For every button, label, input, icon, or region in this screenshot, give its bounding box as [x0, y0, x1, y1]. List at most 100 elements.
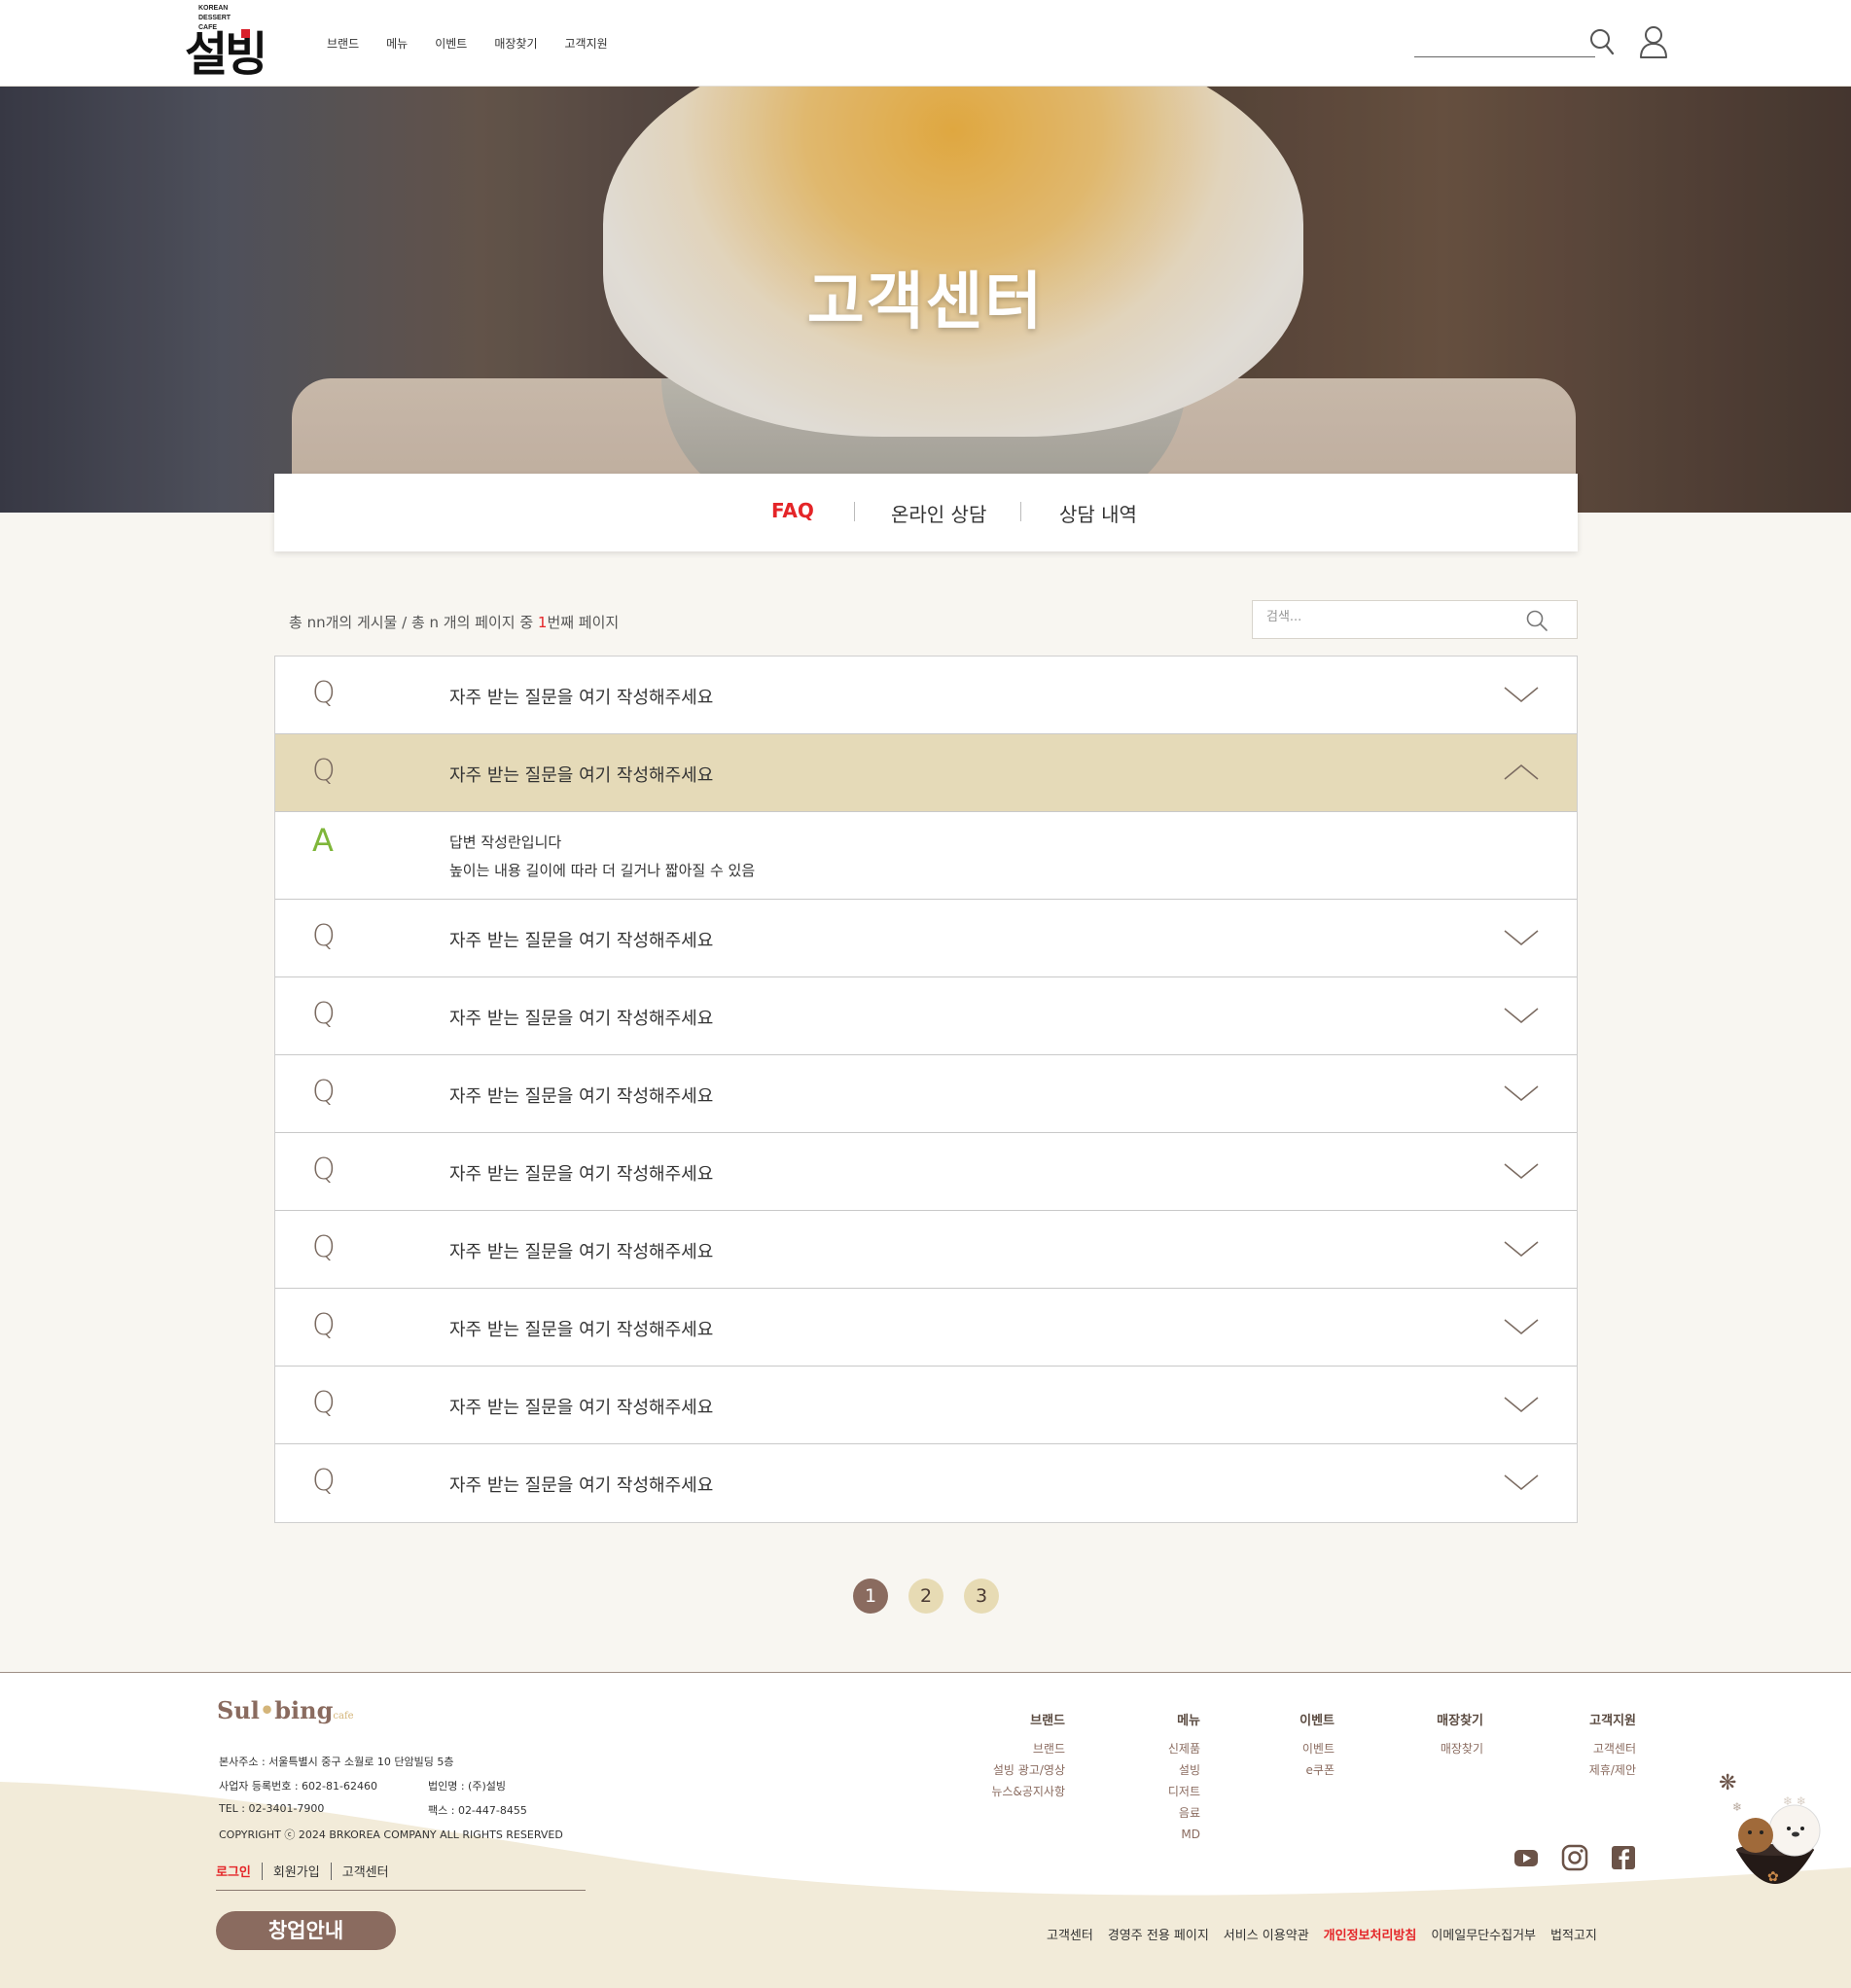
faq-question: 자주 받는 질문을 여기 작성해주세요 [449, 688, 714, 708]
footer-link[interactable]: 브랜드 [991, 1738, 1065, 1759]
hero-banner: 고객센터 [0, 87, 1851, 513]
policy-link[interactable]: 법적고지 [1550, 1925, 1597, 1943]
faq-question: 자주 받는 질문을 여기 작성해주세요 [449, 1086, 714, 1107]
nav-event[interactable]: 이벤트 [435, 35, 467, 52]
site-footer: Sul•bingcafe 본사주소 : 서울특별시 중구 소월로 10 단암빌딩… [0, 1672, 1851, 1988]
faq-item-open[interactable]: Q 자주 받는 질문을 여기 작성해주세요 [275, 734, 1577, 812]
mascot-illustration[interactable]: ❋ ❄ ❄ ❄ ✿ [1717, 1762, 1833, 1899]
footer-link[interactable]: 이벤트 [1299, 1738, 1335, 1759]
main-nav: 브랜드 메뉴 이벤트 매장찾기 고객지원 [327, 35, 608, 52]
footer-link[interactable]: 매장찾기 [1437, 1738, 1483, 1759]
faq-item[interactable]: Q 자주 받는 질문을 여기 작성해주세요 [275, 900, 1577, 977]
question-marker: Q [312, 754, 336, 788]
footer-link[interactable]: 설빙 [1168, 1759, 1200, 1781]
site-header: KOREAN DESSERT CAFE 설빙 브랜드 메뉴 이벤트 매장찾기 고… [0, 0, 1851, 87]
board-search-input[interactable] [1266, 610, 1519, 624]
faq-question: 자주 받는 질문을 여기 작성해주세요 [449, 1164, 714, 1185]
footer-link[interactable]: 음료 [1168, 1802, 1200, 1824]
policy-link[interactable]: 고객센터 [1047, 1925, 1093, 1943]
answer-text: 답변 작성란입니다 [449, 834, 562, 851]
tab-online-consult[interactable]: 온라인 상담 [891, 499, 986, 527]
chevron-down-icon[interactable] [1503, 1081, 1540, 1106]
footer-divider [216, 1890, 586, 1891]
brand-logo[interactable]: KOREAN DESSERT CAFE 설빙 [185, 4, 282, 84]
page-button-2[interactable]: 2 [908, 1579, 943, 1614]
chevron-down-icon[interactable] [1503, 1470, 1540, 1495]
faq-question: 자주 받는 질문을 여기 작성해주세요 [449, 1398, 714, 1418]
board-search [1252, 600, 1578, 639]
footer-link[interactable]: 설빙 광고/영상 [991, 1759, 1065, 1781]
header-search-input[interactable] [1414, 56, 1595, 57]
startup-guide-button[interactable]: 창업안내 [216, 1911, 396, 1950]
search-icon[interactable] [1525, 609, 1548, 632]
answer-text: 높이는 내용 길이에 따라 더 길거나 짧아질 수 있음 [449, 862, 756, 879]
chevron-down-icon[interactable] [1503, 1314, 1540, 1339]
current-page-number: 1 [537, 614, 548, 631]
faq-question: 자주 받는 질문을 여기 작성해주세요 [449, 1242, 714, 1262]
footer-col-brand: 브랜드 브랜드 설빙 광고/영상 뉴스&공지사항 [991, 1710, 1065, 1802]
support-link[interactable]: 고객센터 [342, 1862, 389, 1880]
nav-store[interactable]: 매장찾기 [494, 35, 537, 52]
login-link[interactable]: 로그인 [216, 1862, 251, 1880]
question-marker: Q [312, 1308, 336, 1342]
footer-link[interactable]: 고객센터 [1589, 1738, 1636, 1759]
page-button-1[interactable]: 1 [853, 1579, 888, 1614]
search-icon[interactable] [1589, 28, 1615, 55]
chevron-up-icon[interactable] [1503, 760, 1540, 785]
user-icon[interactable] [1638, 25, 1669, 58]
faq-item[interactable]: Q 자주 받는 질문을 여기 작성해주세요 [275, 1367, 1577, 1444]
privacy-policy-link[interactable]: 개인정보처리방침 [1324, 1925, 1417, 1943]
facebook-icon[interactable] [1610, 1844, 1637, 1871]
question-marker: Q [312, 1153, 336, 1187]
chevron-down-icon[interactable] [1503, 1003, 1540, 1028]
footer-corp-name: 법인명 : (주)설빙 [428, 1780, 507, 1793]
question-marker: Q [312, 676, 336, 710]
faq-item[interactable]: Q 자주 받는 질문을 여기 작성해주세요 [275, 1055, 1577, 1133]
footer-col-menu: 메뉴 신제품 설빙 디저트 음료 MD [1168, 1710, 1200, 1845]
faq-item[interactable]: Q 자주 받는 질문을 여기 작성해주세요 [275, 1211, 1577, 1289]
faq-question: 자주 받는 질문을 여기 작성해주세요 [449, 1009, 714, 1029]
faq-item[interactable]: Q 자주 받는 질문을 여기 작성해주세요 [275, 1133, 1577, 1211]
answer-marker: A [312, 822, 334, 859]
faq-item[interactable]: Q 자주 받는 질문을 여기 작성해주세요 [275, 1444, 1577, 1522]
tab-faq[interactable]: FAQ [771, 499, 814, 522]
instagram-icon[interactable] [1561, 1844, 1588, 1871]
chevron-down-icon[interactable] [1503, 682, 1540, 707]
footer-logo[interactable]: Sul•bingcafe [217, 1696, 354, 1724]
footer-biz-no: 사업자 등록번호 : 602-81-62460 [219, 1780, 377, 1793]
footer-policy-links: 고객센터 경영주 전용 페이지 서비스 이용약관 개인정보처리방침 이메일무단수… [1047, 1925, 1597, 1943]
nav-brand[interactable]: 브랜드 [327, 35, 359, 52]
link-divider [330, 1862, 332, 1880]
footer-link[interactable]: MD [1168, 1824, 1200, 1845]
nav-support[interactable]: 고객지원 [565, 35, 608, 52]
faq-item[interactable]: Q 자주 받는 질문을 여기 작성해주세요 [275, 657, 1577, 734]
svg-text:❋: ❋ [1719, 1771, 1736, 1795]
svg-text:❄ ❄: ❄ ❄ [1783, 1794, 1806, 1808]
policy-link[interactable]: 경영주 전용 페이지 [1108, 1925, 1209, 1943]
footer-link[interactable]: e쿠폰 [1299, 1759, 1335, 1781]
faq-item[interactable]: Q 자주 받는 질문을 여기 작성해주세요 [275, 1289, 1577, 1367]
page-button-3[interactable]: 3 [964, 1579, 999, 1614]
signup-link[interactable]: 회원가입 [273, 1862, 320, 1880]
question-marker: Q [312, 997, 336, 1031]
policy-link[interactable]: 이메일무단수집거부 [1431, 1925, 1536, 1943]
svg-text:❄: ❄ [1732, 1800, 1742, 1814]
footer-link[interactable]: 뉴스&공지사항 [991, 1781, 1065, 1802]
footer-link[interactable]: 디저트 [1168, 1781, 1200, 1802]
board-count-info: 총 nn개의 게시물 / 총 n 개의 페이지 중 1번째 페이지 [289, 614, 620, 631]
footer-link[interactable]: 신제품 [1168, 1738, 1200, 1759]
tab-consult-history[interactable]: 상담 내역 [1059, 499, 1137, 527]
faq-item[interactable]: Q 자주 받는 질문을 여기 작성해주세요 [275, 977, 1577, 1055]
policy-link[interactable]: 서비스 이용약관 [1224, 1925, 1309, 1943]
chevron-down-icon[interactable] [1503, 1236, 1540, 1261]
nav-menu[interactable]: 메뉴 [386, 35, 408, 52]
faq-question: 자주 받는 질문을 여기 작성해주세요 [449, 1320, 714, 1340]
footer-link[interactable]: 제휴/제안 [1589, 1759, 1636, 1781]
youtube-icon[interactable] [1513, 1844, 1540, 1871]
logo-kor-text: 설빙 [185, 27, 267, 82]
chevron-down-icon[interactable] [1503, 1158, 1540, 1184]
faq-list: Q 자주 받는 질문을 여기 작성해주세요 Q 자주 받는 질문을 여기 작성해… [274, 656, 1578, 1523]
chevron-down-icon[interactable] [1503, 1392, 1540, 1417]
question-marker: Q [312, 1230, 336, 1264]
chevron-down-icon[interactable] [1503, 925, 1540, 950]
